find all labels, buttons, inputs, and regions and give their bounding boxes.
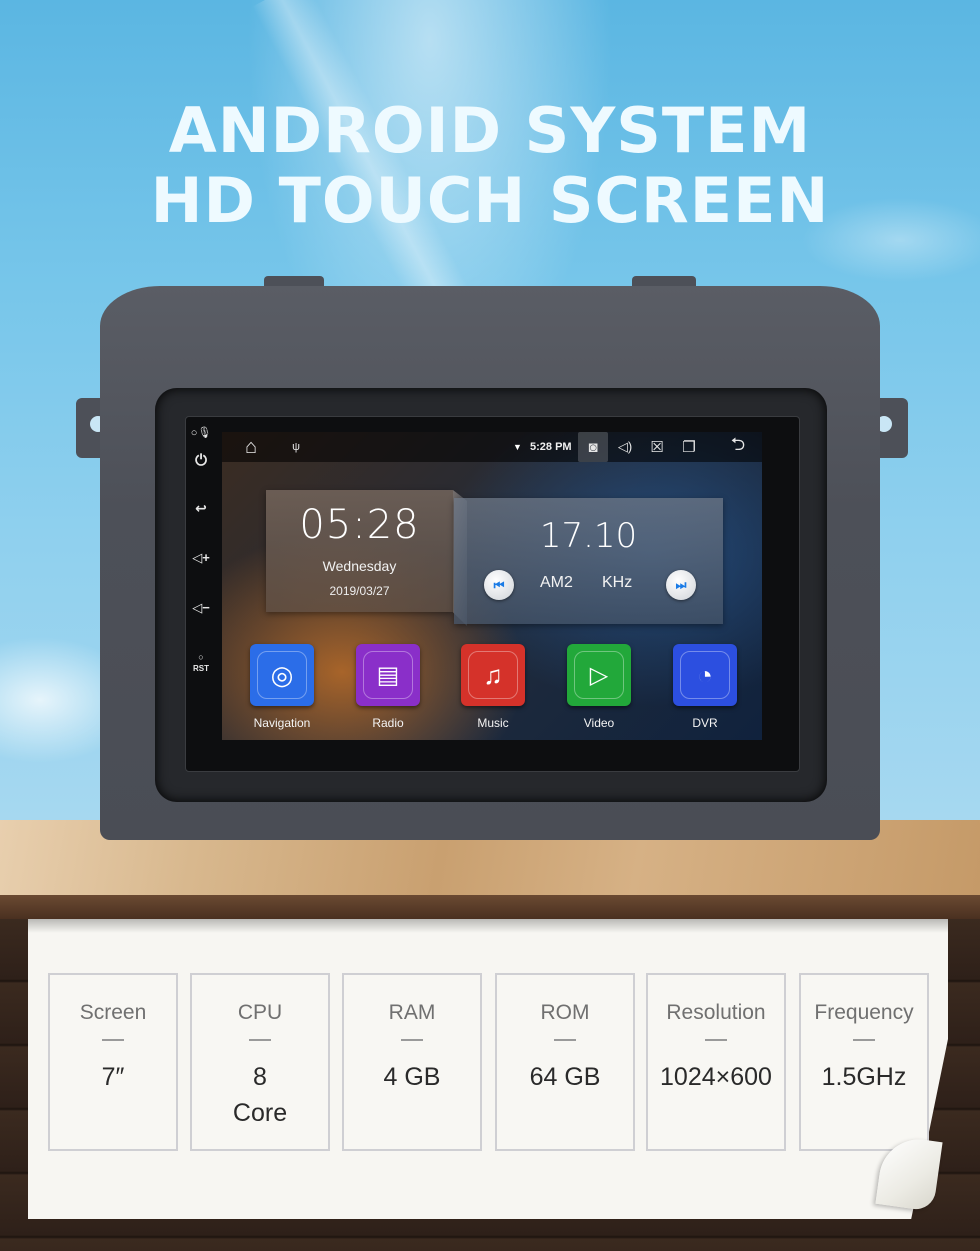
- app-label-dvr: DVR: [692, 716, 718, 730]
- paper-shadow: [28, 919, 948, 933]
- radio-widget[interactable]: 17.10 ⏮ AM2 KHz ⏭: [454, 498, 723, 624]
- app-radio[interactable]: ▤ Radio: [355, 644, 421, 730]
- app-label-radio: Radio: [372, 716, 404, 730]
- back-icon[interactable]: ⮌: [724, 432, 752, 462]
- app-label-music: Music: [477, 716, 509, 730]
- video-icon: ▷: [574, 651, 624, 699]
- spec-divider: [554, 1039, 576, 1041]
- spec-card-cpu: CPU 8 Core: [190, 973, 330, 1151]
- navigation-icon: ◎: [257, 651, 307, 699]
- app-video[interactable]: ▷ Video: [566, 644, 632, 730]
- spec-value: 1.5GHz: [821, 1063, 907, 1091]
- home-icon[interactable]: ⌂: [238, 432, 264, 462]
- reset-hole-icon: ○: [198, 652, 204, 662]
- clock-day: Wednesday: [322, 558, 397, 574]
- clock-time: 05:28: [299, 502, 420, 548]
- dvr-icon: ◔: [680, 651, 730, 699]
- radio-frequency: 17.10: [539, 516, 638, 556]
- radio-unit: KHz: [602, 574, 633, 591]
- radio-next-button[interactable]: ⏭: [666, 570, 696, 600]
- mic-icon: ○🎙: [190, 427, 212, 439]
- headline-line-2: HD TOUCH SCREEN: [150, 164, 830, 237]
- app-music[interactable]: ♫ Music: [460, 644, 526, 730]
- spec-card-frequency: Frequency 1.5GHz: [799, 973, 929, 1151]
- app-tile-navigation: ◎: [250, 644, 314, 706]
- spec-divider: [102, 1039, 124, 1041]
- clock-widget[interactable]: 05:28 Wednesday 2019/03/27: [266, 490, 453, 612]
- spec-label: ROM: [540, 1001, 590, 1024]
- spec-label: CPU: [237, 1001, 283, 1024]
- radio-band: AM2: [540, 574, 573, 591]
- spec-divider: [853, 1039, 875, 1041]
- wifi-icon: ▼: [513, 442, 522, 452]
- radio-prev-button[interactable]: ⏮: [484, 570, 514, 600]
- volume-up-button[interactable]: ◁+: [190, 550, 212, 566]
- spec-value: 4 GB: [383, 1063, 441, 1091]
- power-button[interactable]: ⏻: [190, 452, 212, 469]
- recents-icon[interactable]: ❐: [678, 432, 700, 462]
- close-app-icon[interactable]: ☒: [646, 432, 668, 462]
- android-screen: ⌂ ψ ▼ 5:28 PM ◙ ◁) ☒ ❐ ⮌ 05:28 Wednesday…: [222, 432, 762, 740]
- app-dvr[interactable]: ◔ DVR: [672, 644, 738, 730]
- skip-next-icon: ⏭: [675, 577, 687, 592]
- app-tile-radio: ▤: [356, 644, 420, 706]
- spec-card-rom: ROM 64 GB: [495, 973, 635, 1151]
- spec-card-resolution: Resolution 1024×600: [646, 973, 786, 1151]
- volume-icon[interactable]: ◁): [612, 432, 638, 462]
- wooden-table-edge: [0, 895, 980, 919]
- app-label-video: Video: [583, 716, 615, 730]
- spec-label: RAM: [388, 1001, 436, 1024]
- spec-value: 64 GB: [529, 1063, 601, 1091]
- spec-label: Resolution: [666, 1001, 766, 1024]
- status-time: 5:28 PM: [530, 441, 572, 453]
- spec-label: Screen: [79, 1001, 147, 1024]
- spec-card-screen: Screen 7″: [48, 973, 178, 1151]
- music-icon: ♫: [468, 651, 518, 699]
- screenshot-icon[interactable]: ◙: [580, 432, 606, 462]
- app-tile-dvr: ◔: [673, 644, 737, 706]
- app-label-navigation: Navigation: [253, 716, 311, 730]
- radio-icon: ▤: [363, 651, 413, 699]
- status-bar: ⌂ ψ ▼ 5:28 PM ◙ ◁) ☒ ❐ ⮌: [222, 432, 762, 462]
- spec-label: Frequency: [814, 1001, 914, 1024]
- usb-icon: ψ: [292, 441, 300, 453]
- app-navigation[interactable]: ◎ Navigation: [249, 644, 315, 730]
- spec-value: 7″: [101, 1063, 125, 1091]
- spec-divider: [401, 1039, 423, 1041]
- app-tile-music: ♫: [461, 644, 525, 706]
- clock-date: 2019/03/27: [329, 584, 390, 598]
- spec-divider: [249, 1039, 271, 1041]
- headline-line-1: ANDROID SYSTEM: [168, 94, 812, 167]
- spec-card-ram: RAM 4 GB: [342, 973, 482, 1151]
- volume-down-button[interactable]: ◁−: [190, 600, 212, 616]
- spec-value: 1024×600: [660, 1063, 772, 1091]
- skip-previous-icon: ⏮: [493, 577, 505, 592]
- app-tile-video: ▷: [567, 644, 631, 706]
- spec-divider: [705, 1039, 727, 1041]
- back-hw-button[interactable]: ↩: [190, 500, 212, 517]
- spec-value: 8 Core: [232, 1063, 288, 1127]
- reset-button[interactable]: RST: [190, 664, 212, 673]
